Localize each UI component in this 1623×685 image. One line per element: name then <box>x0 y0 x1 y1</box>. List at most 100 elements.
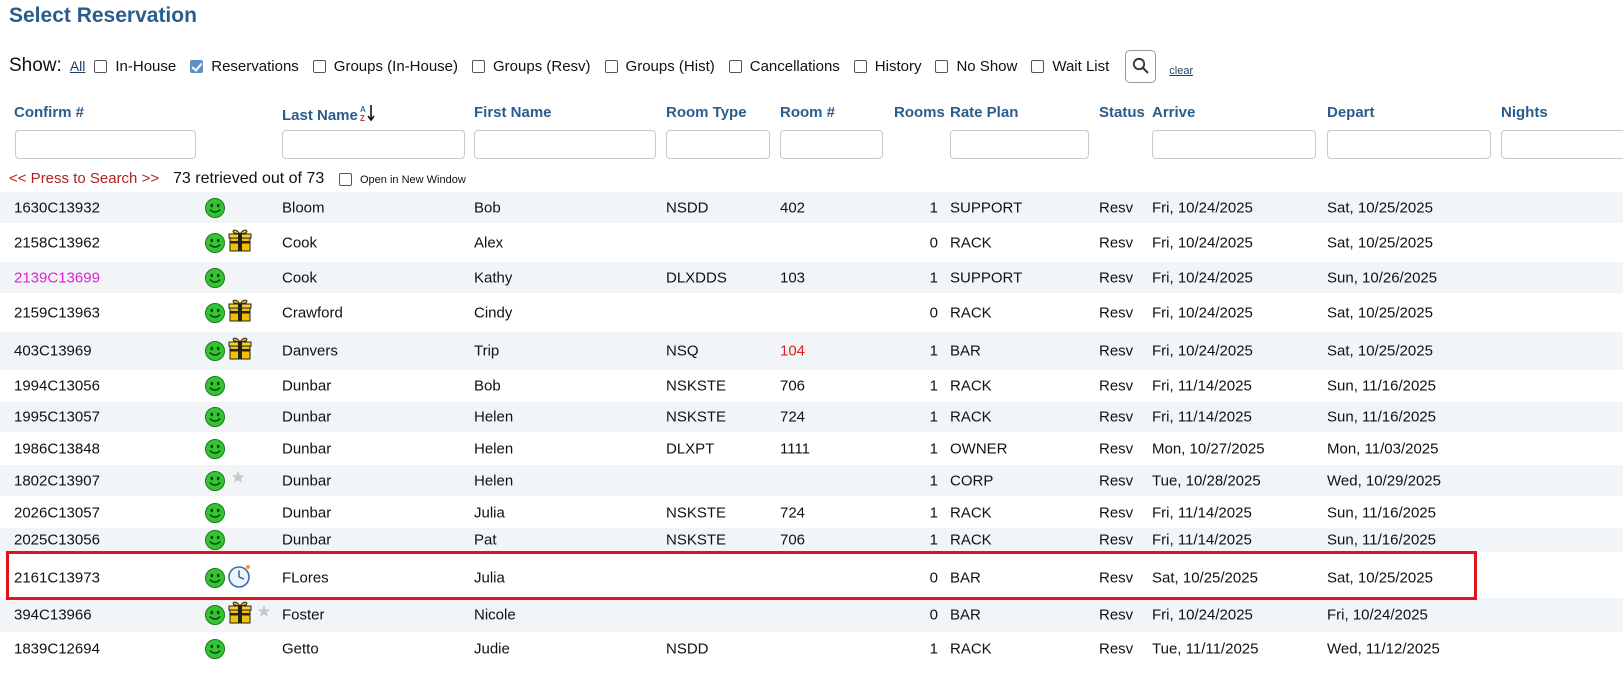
reservation-row[interactable]: 2159C13963 Crawford Cindy 0 RACK Resv Fri, 10/… <box>0 294 1623 331</box>
depart-date: Sun, 11/16/2025 <box>1327 408 1436 426</box>
sort-az-icon[interactable]: A Z <box>360 104 376 122</box>
reservation-row[interactable]: 2158C13962 Cook Alex 0 RACK Resv Fri, 10/24/20… <box>0 226 1623 260</box>
filter-checkbox-wait-list[interactable] <box>1031 59 1045 73</box>
filter-option-groups-hist[interactable]: Groups (Hist) <box>604 58 715 75</box>
reservation-row[interactable]: 2161C13973 FLores Julia 0 BAR Resv Sat, 10/25/… <box>0 558 1623 597</box>
reservation-row[interactable]: 2026C13057 Dunbar Julia NSKSTE 724 1 RACK Resv F… <box>0 497 1623 528</box>
col-header-room-number[interactable]: Room # <box>780 104 835 121</box>
filter-option-reservations[interactable]: Reservations <box>190 58 299 75</box>
filter-depart-input[interactable] <box>1327 130 1491 159</box>
filter-last-name-input[interactable] <box>282 130 465 159</box>
press-to-search-link[interactable]: << Press to Search >> <box>9 170 159 187</box>
arrive-date: Fri, 10/24/2025 <box>1152 234 1253 252</box>
reservation-row[interactable]: 1995C13057 Dunbar Helen NSKSTE 724 1 RACK Resv F… <box>0 402 1623 432</box>
first-name: Bob <box>474 377 501 395</box>
filter-checkbox-in-house[interactable] <box>94 59 108 73</box>
retrieved-count: 73 retrieved out of 73 <box>173 170 325 187</box>
arrive-date: Fri, 10/24/2025 <box>1152 269 1253 286</box>
col-header-last-name-label: Last Name <box>282 107 358 124</box>
reservation-row[interactable]: 2139C13699 Cook Kathy DLXDDS 103 1 SUPPORT Resv… <box>0 262 1623 293</box>
filter-option-groups-resv[interactable]: Groups (Resv) <box>472 58 591 75</box>
room-type: NSKSTE <box>666 504 727 521</box>
col-header-status[interactable]: Status <box>1099 104 1145 121</box>
col-header-last-name[interactable]: Last Name A Z <box>282 104 376 124</box>
status-icons <box>204 564 253 589</box>
filter-rate-plan-input[interactable] <box>950 130 1089 159</box>
status: Resv <box>1099 440 1134 458</box>
room-type: NSKSTE <box>666 377 727 395</box>
confirm-number[interactable]: 1839C12694 <box>14 641 100 658</box>
clear-link[interactable]: clear <box>1169 65 1193 77</box>
col-header-rooms[interactable]: Rooms <box>894 104 945 121</box>
reservation-row[interactable]: 403C13969 Danvers Trip NSQ 104 1 BAR Resv Fri, 1… <box>0 332 1623 370</box>
filter-checkbox-groups-hist[interactable] <box>604 59 618 73</box>
confirm-number[interactable]: 1630C13932 <box>14 199 100 216</box>
first-name: Alex <box>474 234 504 252</box>
filter-checkbox-cancellations[interactable] <box>728 59 742 73</box>
reservation-row[interactable]: 2025C13056 Dunbar Pat NSKSTE 706 1 RACK Resv Fri… <box>0 528 1623 552</box>
col-header-first-name[interactable]: First Name <box>474 104 552 121</box>
col-header-depart[interactable]: Depart <box>1327 104 1375 121</box>
open-new-window-checkbox[interactable] <box>339 173 352 186</box>
smiley-icon <box>205 470 225 491</box>
rooms-count: 1 <box>929 440 938 458</box>
filter-room-number-input[interactable] <box>780 130 883 159</box>
room-number: 706 <box>780 531 806 549</box>
filter-option-wait-list[interactable]: Wait List <box>1031 58 1109 75</box>
last-name: Dunbar <box>282 472 332 489</box>
magnifier-icon <box>1132 57 1149 74</box>
filter-nights-input[interactable] <box>1501 130 1623 159</box>
confirm-number[interactable]: 2025C13056 <box>14 532 100 549</box>
confirm-number[interactable]: 2026C13057 <box>14 504 100 521</box>
col-header-arrive[interactable]: Arrive <box>1152 104 1195 121</box>
depart-date: Sun, 11/16/2025 <box>1327 531 1436 549</box>
filter-option-cancellations[interactable]: Cancellations <box>728 58 840 75</box>
status: Resv <box>1099 269 1134 286</box>
confirm-number[interactable]: 2159C13963 <box>14 304 100 321</box>
filter-checkbox-history[interactable] <box>853 59 867 73</box>
filter-arrive-input[interactable] <box>1152 130 1316 159</box>
col-header-nights[interactable]: Nights <box>1501 104 1548 121</box>
all-link[interactable]: All <box>70 58 86 74</box>
col-header-room-type[interactable]: Room Type <box>666 104 747 121</box>
smiley-icon <box>205 197 225 218</box>
reservation-row[interactable]: 1630C13932 Bloom Bob NSDD 402 1 SUPPORT Resv Fri… <box>0 192 1623 223</box>
last-name: Cook <box>282 234 318 252</box>
confirm-number[interactable]: 1802C13907 <box>14 472 100 489</box>
filter-first-name-input[interactable] <box>474 130 656 159</box>
reservation-row[interactable]: 1802C13907 Dunbar Helen 1 CORP Resv Tue, 10/28… <box>0 465 1623 496</box>
filter-checkbox-no-show[interactable] <box>935 59 949 73</box>
gift-icon <box>228 229 252 252</box>
confirm-number[interactable]: 403C13969 <box>14 343 92 360</box>
search-button[interactable] <box>1125 49 1157 83</box>
col-header-confirm[interactable]: Confirm # <box>14 104 84 121</box>
arrive-date: Fri, 10/24/2025 <box>1152 342 1253 360</box>
col-header-rate-plan[interactable]: Rate Plan <box>950 104 1018 121</box>
filter-checkbox-groups-in-house[interactable] <box>312 59 326 73</box>
confirm-number[interactable]: 1995C13057 <box>14 409 100 426</box>
reservation-row[interactable]: 1986C13848 Dunbar Helen DLXPT 1111 1 OWNER Resv… <box>0 433 1623 465</box>
open-new-window-option[interactable]: Open in New Window <box>339 173 466 186</box>
status-icons <box>204 229 252 254</box>
confirm-number[interactable]: 1994C13056 <box>14 378 100 395</box>
filter-checkbox-reservations[interactable] <box>190 59 204 73</box>
confirm-number[interactable]: 2139C13699 <box>14 269 100 286</box>
confirm-number[interactable]: 2158C13962 <box>14 235 100 252</box>
status: Resv <box>1099 569 1134 586</box>
filter-room-type-input[interactable] <box>666 130 770 159</box>
confirm-number[interactable]: 1986C13848 <box>14 441 100 458</box>
filter-confirm-input[interactable] <box>15 130 196 159</box>
filter-option-history[interactable]: History <box>853 58 921 75</box>
last-name: Dunbar <box>282 408 332 426</box>
filter-option-groups-in-house[interactable]: Groups (In-House) <box>312 58 458 75</box>
filter-checkbox-groups-resv[interactable] <box>472 59 486 73</box>
reservation-row[interactable]: 394C13966 Foster Nicole 0 BAR Resv Fri, 10/24/… <box>0 598 1623 632</box>
confirm-number[interactable]: 394C13966 <box>14 607 92 624</box>
confirm-number[interactable]: 2161C13973 <box>14 569 100 586</box>
room-number: 103 <box>780 269 806 286</box>
depart-date: Sat, 10/25/2025 <box>1327 199 1433 216</box>
filter-option-in-house[interactable]: In-House <box>94 58 176 75</box>
reservation-row[interactable]: 1839C12694 Getto Judie NSDD 1 RACK Resv Tue, 11… <box>0 632 1623 666</box>
reservation-row[interactable]: 1994C13056 Dunbar Bob NSKSTE 706 1 RACK Resv Fri… <box>0 371 1623 401</box>
filter-option-no-show[interactable]: No Show <box>935 58 1017 75</box>
